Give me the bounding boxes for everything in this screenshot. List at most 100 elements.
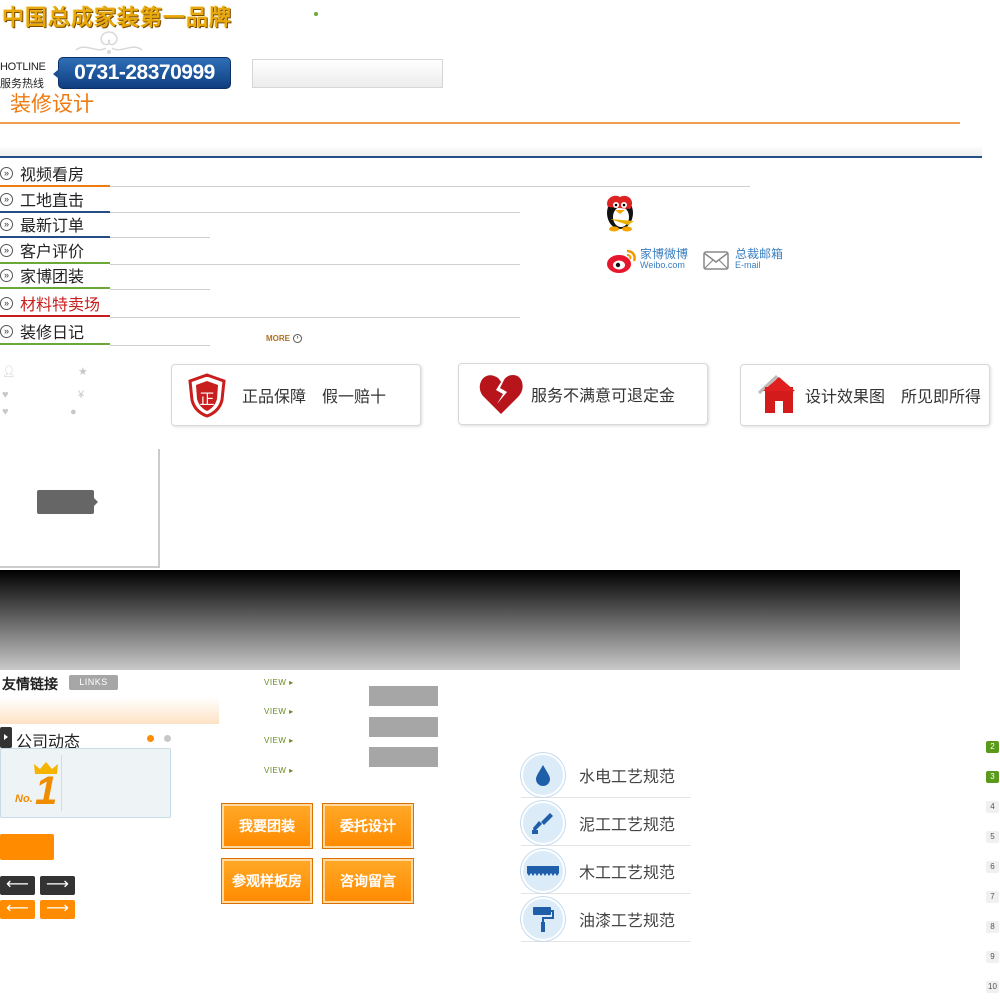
heart-icon: ♥	[2, 389, 9, 401]
menu-underline	[0, 287, 110, 289]
comment-icon: ●	[70, 406, 77, 418]
no1-number: 1	[35, 769, 58, 813]
caret-right-icon	[0, 727, 12, 748]
weibo-icon[interactable]	[605, 247, 637, 275]
menu-item-diary[interactable]: » 装修日记	[0, 318, 84, 344]
view-link[interactable]: VIEW ▸	[264, 678, 294, 687]
prev-arrow-icon[interactable]: ⟵	[0, 876, 35, 895]
design-request-button[interactable]: 委托设计	[322, 803, 414, 849]
spec-label: 油漆工艺规范	[579, 912, 676, 930]
circle-arrow-icon: »	[0, 192, 13, 206]
view-link[interactable]: VIEW ▸	[264, 766, 294, 775]
view-link[interactable]: VIEW ▸	[264, 736, 294, 745]
svg-text:正: 正	[199, 390, 214, 408]
menu-item-label: 家博团装	[20, 269, 85, 286]
placeholder-button[interactable]	[369, 686, 438, 706]
row-divider	[110, 289, 210, 290]
page-button[interactable]: 8	[986, 921, 999, 933]
email-sub-label: E-mail	[735, 260, 761, 270]
spec-item-masonry[interactable]: 泥工工艺规范	[521, 800, 691, 846]
menu-item-video-tour[interactable]: » 视频看房	[0, 160, 84, 186]
circle-arrow-icon: »	[0, 217, 13, 231]
group-buy-button[interactable]: 我要团装	[221, 803, 313, 849]
spec-item-plumbing[interactable]: 水电工艺规范	[521, 752, 691, 798]
weibo-link[interactable]: 家博微博 Weibo.com	[640, 247, 689, 271]
links-title: 友情链接	[2, 676, 58, 692]
broken-heart-icon	[479, 375, 523, 414]
page-button[interactable]: 2	[986, 741, 999, 753]
consult-button[interactable]: 咨询留言	[322, 858, 414, 904]
banner	[0, 570, 960, 670]
promo-text: 设计效果图 所见即所得	[805, 389, 982, 406]
menu-item-group-buy[interactable]: » 家博团装	[0, 262, 84, 288]
qq-penguin-icon[interactable]	[602, 191, 642, 233]
showroom-button[interactable]: 参观样板房	[221, 858, 313, 904]
weibo-label: 家博微博	[640, 247, 689, 261]
promo-genuine[interactable]: 正 正品保障 假一赔十	[171, 364, 421, 426]
carousel-dot[interactable]	[164, 735, 171, 742]
menu-item-material-sale[interactable]: » 材料特卖场	[0, 290, 100, 316]
panel-button[interactable]	[37, 490, 98, 514]
saw-icon	[521, 848, 565, 893]
promo-refund[interactable]: 服务不满意可退定金	[458, 363, 708, 425]
next-arrow-icon[interactable]: ⟶	[40, 876, 75, 895]
spec-item-painting[interactable]: 油漆工艺规范	[521, 896, 691, 942]
circle-arrow-icon: »	[0, 324, 13, 338]
water-drop-icon	[521, 752, 565, 797]
decor-dot	[314, 12, 318, 16]
paint-roller-icon	[521, 896, 565, 941]
menu-item-site-live[interactable]: » 工地直击	[0, 186, 84, 212]
divider	[0, 122, 960, 124]
next-arrow-icon[interactable]: ⟶	[40, 900, 75, 919]
spec-label: 木工工艺规范	[579, 864, 676, 882]
menu-item-label: 装修日记	[20, 325, 85, 342]
circle-arrow-icon: »	[0, 268, 13, 282]
more-link[interactable]: MORE ›	[266, 334, 302, 343]
nav-divider	[0, 146, 982, 158]
hotline-phone: 0731-28370999	[53, 57, 231, 89]
email-label: 总裁邮箱	[735, 247, 784, 261]
page-button[interactable]: 10	[986, 981, 999, 993]
menu-item-label: 视频看房	[20, 167, 85, 184]
menu-underline	[0, 315, 110, 317]
row-divider	[110, 186, 750, 187]
trowel-icon	[521, 800, 565, 845]
search-input[interactable]	[252, 59, 443, 88]
heart-icon: ♥	[2, 406, 9, 418]
circle-arrow-icon: »	[0, 296, 13, 310]
prev-arrow-icon[interactable]: ⟵	[0, 900, 35, 919]
page-button[interactable]: 9	[986, 951, 999, 963]
mail-icon[interactable]	[703, 251, 729, 270]
page-button[interactable]: 5	[986, 831, 999, 843]
spec-label: 水电工艺规范	[579, 768, 676, 786]
row-divider	[110, 212, 520, 213]
page-button[interactable]: 7	[986, 891, 999, 903]
row-divider	[110, 317, 520, 318]
promo-text: 正品保障 假一赔十	[242, 389, 387, 406]
circle-arrow-icon: »	[0, 166, 13, 180]
email-link[interactable]: 总裁邮箱 E-mail	[735, 247, 784, 271]
page-button[interactable]: 3	[986, 771, 999, 783]
view-link[interactable]: VIEW ▸	[264, 707, 294, 716]
yuan-icon: ¥	[78, 389, 85, 401]
promo-design[interactable]: 设计效果图 所见即所得	[740, 364, 990, 426]
page-button[interactable]: 6	[986, 861, 999, 873]
promo-text: 服务不满意可退定金	[531, 388, 676, 405]
menu-item-reviews[interactable]: » 客户评价	[0, 237, 84, 263]
section-title: 装修设计	[10, 93, 94, 116]
spec-item-carpentry[interactable]: 木工工艺规范	[521, 848, 691, 894]
placeholder-button[interactable]	[369, 747, 438, 767]
orange-button[interactable]	[0, 834, 54, 860]
user-icon: 👤︎	[2, 366, 16, 378]
hotline-label-en: HOTLINE	[0, 61, 46, 73]
news-card[interactable]: No. 1	[0, 748, 171, 818]
page-button[interactable]: 4	[986, 801, 999, 813]
row-divider	[110, 345, 210, 346]
placeholder-button[interactable]	[369, 717, 438, 737]
row-divider	[110, 237, 210, 238]
carousel-dot[interactable]	[147, 735, 154, 742]
star-icon: ★	[78, 366, 88, 378]
more-label: MORE	[266, 334, 290, 343]
menu-item-latest-orders[interactable]: » 最新订单	[0, 211, 84, 237]
row-divider	[110, 264, 520, 265]
